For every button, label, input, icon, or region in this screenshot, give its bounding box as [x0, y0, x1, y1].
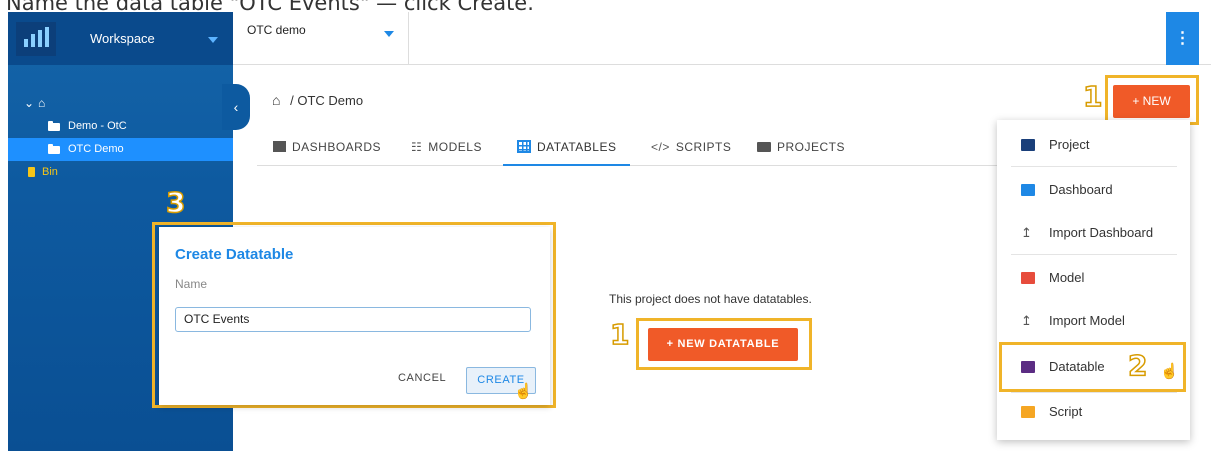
tab-label: SCRIPTS	[675, 140, 732, 154]
tree-item-bin[interactable]: Bin	[8, 161, 233, 184]
menu-item-label: Dashboard	[1049, 182, 1113, 197]
upload-icon: ↥	[1021, 225, 1032, 240]
menu-item-label: Model	[1049, 270, 1085, 285]
chevron-left-icon: ‹	[233, 99, 239, 115]
menu-item-dashboard[interactable]: Dashboard	[997, 173, 1190, 207]
workspace-select[interactable]: Workspace	[68, 22, 228, 56]
hand-cursor-icon: ☝	[514, 383, 533, 400]
menu-item-label: Import Dashboard	[1049, 225, 1154, 240]
code-icon: </>	[651, 140, 670, 154]
new-button[interactable]: + NEW	[1113, 85, 1190, 118]
name-label: Name	[175, 277, 208, 291]
home-icon: ⌂	[38, 96, 46, 110]
caret-down-icon	[384, 31, 394, 37]
more-menu-button[interactable]: ⋮	[1166, 12, 1199, 65]
upload-icon: ↥	[1021, 313, 1032, 328]
highlight-datatable-item	[999, 342, 1186, 392]
model-icon	[1021, 272, 1035, 284]
tree-item-label: Bin	[42, 166, 58, 178]
table-icon	[517, 140, 531, 153]
breadcrumb: ⌂ / OTC Demo	[272, 92, 363, 108]
menu-divider	[1011, 166, 1177, 167]
step-number-badge: 2	[1127, 348, 1148, 383]
breadcrumb-current: OTC Demo	[297, 93, 364, 108]
project-icon	[1021, 139, 1035, 151]
project-tree: ⌄ ⌂ Demo - OtC OTC Demo Bin	[8, 92, 233, 184]
tree-root[interactable]: ⌄ ⌂	[8, 92, 233, 115]
menu-item-label: Script	[1049, 404, 1083, 419]
project-select-value: OTC demo	[247, 23, 306, 37]
create-datatable-dialog: Create Datatable Name OTC Events CANCEL …	[159, 227, 550, 405]
menu-item-script[interactable]: Script	[997, 395, 1190, 429]
tab-scripts[interactable]: </> SCRIPTS	[651, 130, 731, 166]
dashboard-icon	[273, 141, 286, 152]
tab-label: PROJECTS	[777, 140, 846, 154]
folder-icon	[757, 142, 771, 152]
menu-divider	[1011, 392, 1177, 393]
menu-item-label: Project	[1049, 137, 1090, 152]
home-icon[interactable]: ⌂	[272, 92, 280, 108]
dashboard-icon	[1021, 184, 1035, 196]
project-select[interactable]: OTC demo	[233, 12, 409, 64]
caret-down-icon	[208, 37, 218, 43]
menu-item-label: Import Model	[1049, 313, 1125, 328]
tab-datatables[interactable]: DATATABLES	[503, 130, 631, 166]
menu-item-model[interactable]: Model	[997, 261, 1190, 295]
menu-item-import-dashboard[interactable]: ↥ Import Dashboard	[997, 216, 1190, 250]
menu-item-project[interactable]: Project	[997, 128, 1190, 162]
tree-item-label: OTC Demo	[68, 143, 124, 155]
empty-state-message: This project does not have datatables.	[609, 292, 812, 306]
name-input[interactable]: OTC Events	[175, 307, 531, 332]
tree-item-label: Demo - OtC	[68, 120, 127, 132]
cancel-button[interactable]: CANCEL	[398, 372, 446, 384]
tree-item-demo-otc[interactable]: Demo - OtC	[8, 115, 233, 138]
folder-icon	[48, 144, 60, 154]
kebab-icon: ⋮	[1174, 30, 1191, 47]
tab-label: MODELS	[428, 140, 482, 154]
workspace-label: Workspace	[90, 31, 155, 46]
collapse-sidebar-button[interactable]: ‹	[222, 84, 250, 130]
tab-dashboards[interactable]: DASHBOARDS	[273, 130, 381, 166]
step-number-badge: 1	[1082, 79, 1103, 114]
menu-divider	[1011, 254, 1177, 255]
breadcrumb-separator: /	[290, 93, 294, 108]
top-bar: OTC demo ⋮	[233, 12, 1211, 65]
trash-icon	[28, 167, 35, 177]
new-datatable-button[interactable]: + NEW DATATABLE	[648, 328, 798, 361]
hierarchy-icon: ☷	[411, 140, 423, 154]
step-number-badge: 3	[165, 185, 186, 220]
app-logo-icon[interactable]	[16, 22, 56, 56]
script-icon	[1021, 406, 1035, 418]
step-number-badge: 1	[609, 317, 630, 352]
chevron-down-icon[interactable]: ⌄	[24, 92, 34, 115]
hand-cursor-icon: ☝	[1160, 363, 1179, 380]
tab-models[interactable]: ☷ MODELS	[411, 130, 482, 166]
folder-icon	[48, 121, 60, 131]
tab-projects[interactable]: PROJECTS	[757, 130, 845, 166]
tab-bar: DASHBOARDS ☷ MODELS DATATABLES </> SCRIPTS…	[257, 130, 997, 166]
tab-label: DASHBOARDS	[292, 140, 382, 154]
dialog-title: Create Datatable	[175, 246, 294, 263]
sidebar-header: Workspace	[8, 12, 233, 65]
menu-item-import-model[interactable]: ↥ Import Model	[997, 304, 1190, 338]
new-menu: Project Dashboard ↥ Import Dashboard Mod…	[997, 120, 1190, 440]
tab-label: DATATABLES	[537, 140, 617, 154]
tree-item-otc-demo[interactable]: OTC Demo	[8, 138, 233, 161]
